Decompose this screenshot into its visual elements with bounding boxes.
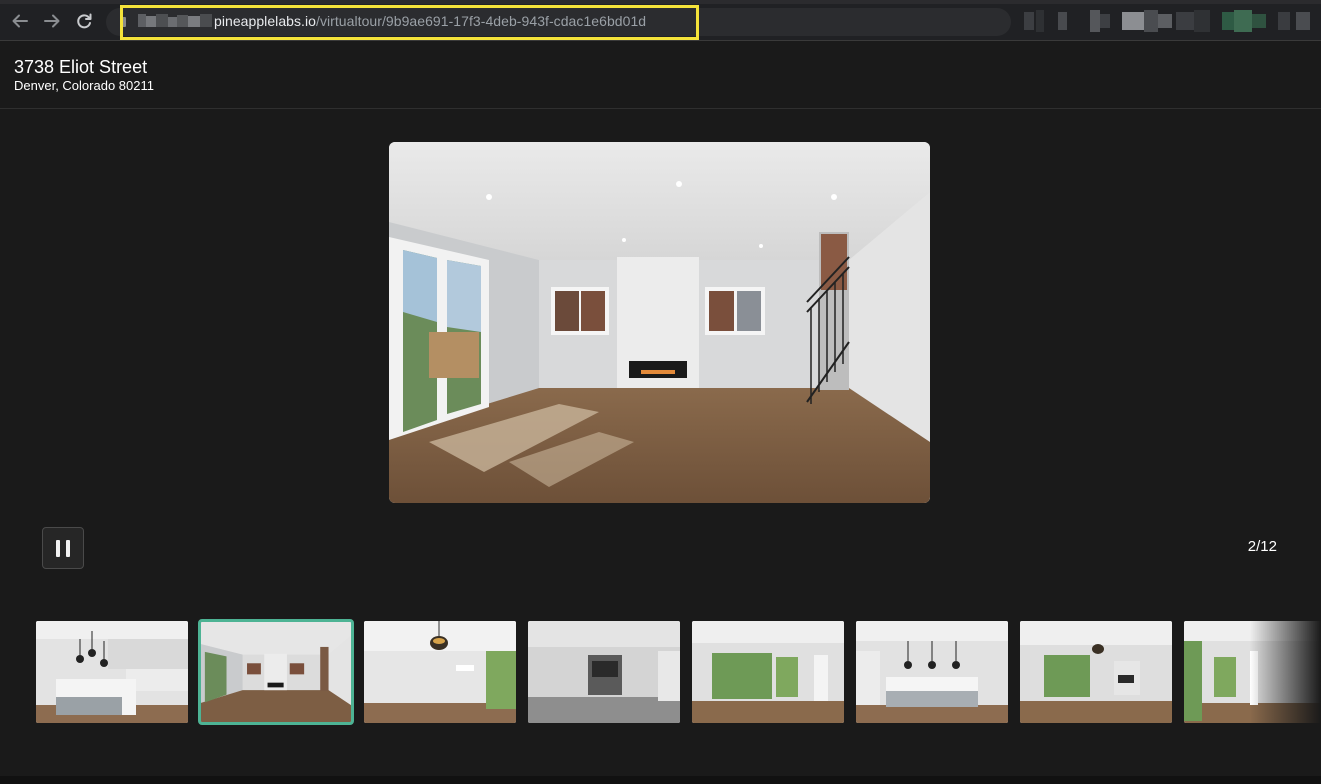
main-photo[interactable] bbox=[389, 142, 930, 503]
bottom-edge bbox=[0, 776, 1321, 784]
listing-street: 3738 Eliot Street bbox=[14, 57, 148, 77]
extensions-area[interactable] bbox=[1016, 10, 1314, 32]
browser-toolbar: pineapplelabs.io/virtualtour/9b9ae691-17… bbox=[0, 0, 1321, 41]
slide-counter: 2/12 bbox=[1247, 538, 1277, 555]
pause-button[interactable] bbox=[42, 527, 84, 569]
thumbnail-3[interactable] bbox=[364, 621, 516, 723]
thumbnail-5[interactable] bbox=[692, 621, 844, 723]
forward-icon[interactable] bbox=[41, 10, 63, 32]
thumbnail-1[interactable] bbox=[36, 621, 188, 723]
url-highlight-box bbox=[120, 5, 699, 40]
listing-city: Denver, Colorado 80211 bbox=[14, 78, 154, 93]
header-divider bbox=[0, 108, 1321, 109]
thumbnail-4[interactable] bbox=[528, 621, 680, 723]
thumbnail-2[interactable] bbox=[198, 619, 354, 725]
reload-icon[interactable] bbox=[73, 10, 95, 32]
back-icon[interactable] bbox=[9, 10, 31, 32]
thumbnail-6[interactable] bbox=[856, 621, 1008, 723]
tab-strip-edge bbox=[0, 0, 1321, 4]
thumbnail-strip-fade bbox=[1250, 615, 1321, 730]
thumbnail-7[interactable] bbox=[1020, 621, 1172, 723]
